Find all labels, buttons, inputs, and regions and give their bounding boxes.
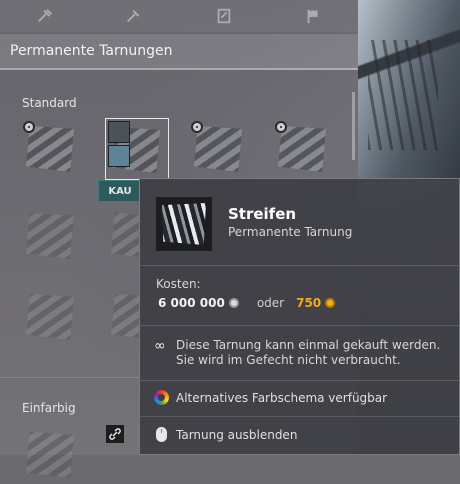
tooltip-divider [140, 265, 459, 266]
background-cliff [358, 0, 460, 180]
group-label-standard: Standard [22, 96, 77, 110]
color-swatch-blue[interactable] [108, 145, 130, 167]
camo-tile[interactable] [20, 424, 80, 484]
tab-hammer-1[interactable] [0, 0, 90, 32]
hammer-icon [37, 8, 52, 23]
tab-bar [0, 0, 358, 32]
usage-note-line-2: Sie wird im Gefecht nicht verbraucht. [176, 353, 401, 367]
camo-tooltip: Streifen Permanente Tarnung Kosten: 6 00… [139, 178, 460, 455]
color-wheel-icon [154, 390, 169, 405]
camo-tile-selected[interactable] [105, 118, 169, 180]
tab-paint[interactable] [179, 0, 269, 32]
section-title: Permanente Tarnungen [10, 43, 173, 59]
hide-camo-row[interactable]: Tarnung ausblenden [154, 427, 297, 442]
camo-pattern [26, 213, 74, 259]
group-label-einfarbig: Einfarbig [22, 401, 76, 415]
camo-tile[interactable] [20, 286, 80, 346]
gold-price: 750 [296, 296, 322, 310]
tab-hammer-2[interactable] [90, 0, 180, 32]
camo-pattern [26, 432, 74, 478]
scrollbar[interactable] [352, 92, 355, 160]
camo-pattern [278, 126, 326, 172]
flag-icon [307, 9, 318, 24]
camo-preview-image [156, 197, 212, 251]
radio-icon [275, 121, 287, 133]
tab-flag[interactable] [269, 0, 359, 32]
camo-pattern [26, 126, 74, 172]
tooltip-subtitle: Permanente Tarnung [228, 225, 353, 239]
cost-row: 6 000 000 oder 750 [158, 296, 336, 310]
or-label: oder [256, 296, 285, 310]
credits-price: 6 000 000 [158, 296, 225, 310]
alt-scheme-label: Alternatives Farbschema verfügbar [176, 390, 388, 405]
camo-pattern [26, 294, 74, 340]
buy-button[interactable]: KAU [98, 180, 142, 202]
camo-tile[interactable] [20, 205, 80, 265]
tooltip-divider [140, 380, 459, 381]
tooltip-divider [140, 325, 459, 326]
tooltip-divider [140, 416, 459, 417]
tooltip-title: Streifen [228, 205, 297, 223]
paint-icon [217, 8, 231, 24]
usage-note-line-1: Diese Tarnung kann einmal gekauft werden… [176, 338, 441, 352]
hammer-icon [127, 9, 140, 23]
camo-tile[interactable] [188, 118, 248, 178]
mouse-icon [156, 427, 167, 442]
hide-camo-label: Tarnung ausblenden [176, 427, 298, 442]
radio-icon [23, 121, 35, 133]
credits-icon [228, 298, 239, 308]
camo-tile[interactable] [20, 118, 80, 178]
gold-icon [325, 298, 336, 308]
camo-pattern [194, 126, 242, 172]
infinity-icon: ∞ [154, 338, 166, 354]
radio-icon [191, 121, 203, 133]
cost-label: Kosten: [156, 277, 201, 291]
link-icon[interactable] [106, 425, 124, 443]
alt-scheme-row: Alternatives Farbschema verfügbar [154, 390, 387, 405]
section-header: Permanente Tarnungen [0, 34, 358, 70]
camo-tile[interactable] [272, 118, 332, 178]
usage-note: Diese Tarnung kann einmal gekauft werden… [176, 338, 446, 368]
color-swatch-dark[interactable] [108, 121, 130, 143]
